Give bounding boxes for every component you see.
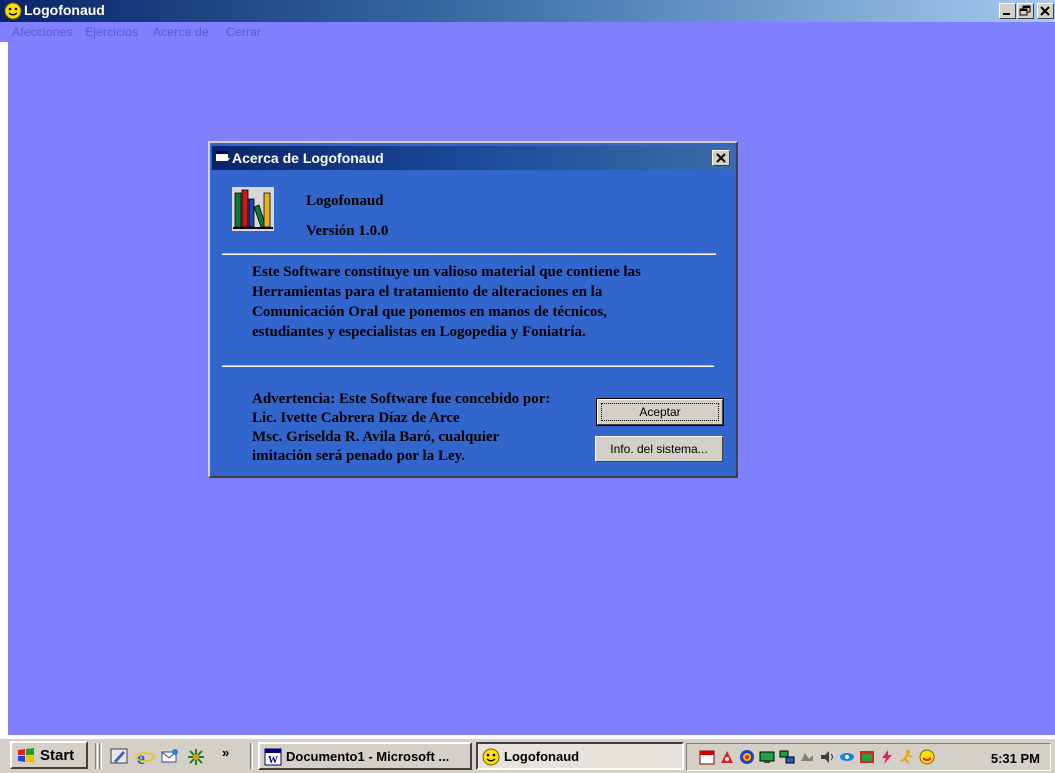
description-line: Este Software constituye un valioso mate… <box>252 264 641 280</box>
warning-line: imitación será penado por la Ley. <box>252 448 466 464</box>
taskbar-divider <box>95 743 98 769</box>
description-line: estudiantes y especialistas en Logopedia… <box>252 324 586 340</box>
tray-monitor-icon[interactable] <box>759 749 775 765</box>
network-icon[interactable] <box>186 747 206 767</box>
tray-network-icon[interactable] <box>779 749 795 765</box>
tray-target-icon[interactable] <box>739 749 755 765</box>
accept-button-label: Aceptar <box>639 405 681 419</box>
word-icon: W <box>264 748 282 766</box>
menu-cerrar[interactable]: Cerrar <box>226 25 261 39</box>
restore-button[interactable] <box>1017 3 1034 19</box>
system-info-button[interactable]: Info. del sistema... <box>595 436 723 462</box>
dialog-title-bar[interactable]: Acerca de Logofonaud <box>212 146 734 170</box>
svg-text:W: W <box>268 755 278 766</box>
tray-lightning-icon[interactable] <box>879 749 895 765</box>
start-button[interactable]: Start <box>10 741 88 769</box>
tray-calendar-icon[interactable] <box>699 749 715 765</box>
warning-line: Advertencia: Este Software fue concebido… <box>252 391 551 407</box>
menu-afecciones[interactable]: Afecciones <box>12 25 73 39</box>
close-icon <box>716 153 726 163</box>
books-icon <box>232 187 274 231</box>
taskbar-divider <box>250 743 253 769</box>
description-line: Comunicación Oral que ponemos en manos d… <box>252 304 608 320</box>
tray-runner-icon[interactable] <box>899 749 915 765</box>
tray-antivirus-icon[interactable] <box>719 749 735 765</box>
accept-button[interactable]: Aceptar <box>596 398 724 426</box>
window-title: Logofonaud <box>24 2 105 18</box>
windows-logo-icon <box>18 748 34 763</box>
system-tray: 5:31 PM <box>686 743 1051 771</box>
dialog-title: Acerca de Logofonaud <box>232 150 384 166</box>
task-logofonaud[interactable]: Logofonaud <box>476 742 684 770</box>
product-name: Logofonaud <box>306 193 384 209</box>
dialog-close-button[interactable] <box>712 150 730 166</box>
taskbar-divider <box>99 743 102 769</box>
start-label: Start <box>40 747 75 764</box>
restore-icon <box>1019 5 1031 16</box>
warning-line: Msc. Griselda R. Avila Baró, cualquier <box>252 429 500 445</box>
tray-smiley-icon[interactable] <box>919 749 935 765</box>
warning-text: Advertencia: Este Software fue concebido… <box>252 390 602 466</box>
tray-cloud-icon[interactable] <box>799 749 815 765</box>
outlook-express-icon[interactable] <box>160 747 180 767</box>
warning-line: Lic. Ivette Cabrera Díaz de Arce <box>252 410 460 426</box>
version-label: Versión 1.0.0 <box>306 223 389 239</box>
description-line: Herramientas para el tratamiento de alte… <box>252 284 603 300</box>
menu-bar: Afecciones Ejercicios Acerca de Cerrar <box>0 22 1055 42</box>
tray-window-icon[interactable] <box>859 749 875 765</box>
description-text: Este Software constituye un valioso mate… <box>252 262 722 342</box>
close-button[interactable] <box>1037 3 1054 19</box>
minimize-button[interactable] <box>999 3 1016 19</box>
smiley-icon <box>482 748 500 766</box>
screen: Logofonaud Afecciones Ejercicios Acerca … <box>0 0 1055 773</box>
taskbar: Start e » W Documento1 - Microsoft ... L… <box>0 738 1055 773</box>
task-label: Documento1 - Microsoft ... <box>286 749 450 764</box>
separator-top <box>222 253 716 255</box>
close-icon <box>1040 6 1050 16</box>
tray-volume-icon[interactable] <box>819 749 835 765</box>
task-label: Logofonaud <box>504 749 580 764</box>
tray-eye-icon[interactable] <box>839 749 855 765</box>
window-border <box>0 42 8 735</box>
internet-explorer-icon[interactable]: e <box>135 747 155 767</box>
menu-ejercicios[interactable]: Ejercicios <box>85 25 138 39</box>
system-info-button-label: Info. del sistema... <box>610 442 708 456</box>
about-dialog: Acerca de Logofonaud Logofonaud Versión … <box>208 141 738 478</box>
clock[interactable]: 5:31 PM <box>991 751 1040 766</box>
separator-bottom <box>222 365 714 367</box>
minimize-icon <box>1003 13 1010 15</box>
main-title-bar[interactable]: Logofonaud <box>0 0 1055 22</box>
smiley-icon <box>4 2 22 20</box>
svg-text:e: e <box>137 748 145 767</box>
desktop-pencil-icon[interactable] <box>109 747 129 767</box>
dialog-window-icon <box>216 151 230 161</box>
menu-acerca-de[interactable]: Acerca de <box>153 25 209 39</box>
task-word-document[interactable]: W Documento1 - Microsoft ... <box>258 742 472 770</box>
quick-launch-chevron[interactable]: » <box>222 745 229 760</box>
